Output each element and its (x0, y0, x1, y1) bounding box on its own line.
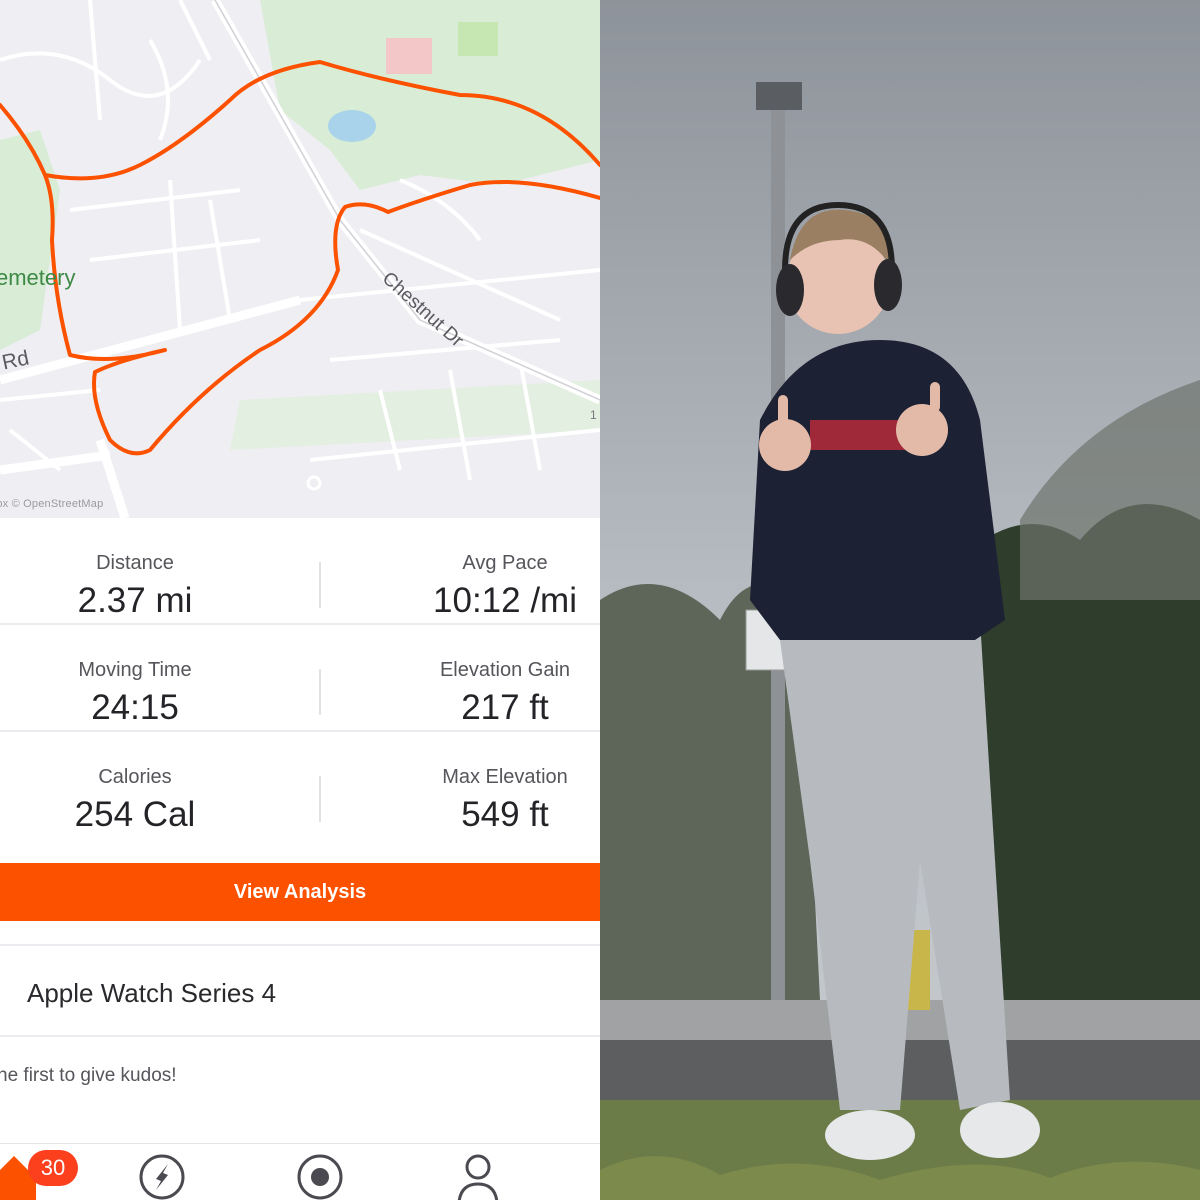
stat-divider (319, 669, 321, 715)
stat-label: Distance (96, 552, 174, 574)
stat-label: Elevation Gain (439, 659, 571, 681)
stat-label: Max Elevation (442, 766, 568, 788)
stat-value: 10:12 /mi (433, 581, 577, 620)
map-label-cemetery: emetery (0, 265, 76, 290)
stats-panel: Distance 2.37 mi Avg Pace 10:12 /mi Movi… (0, 518, 600, 860)
map-label-number: 1 (590, 408, 597, 422)
stat-calories: Calories 254 Cal (0, 732, 285, 834)
pond (328, 110, 376, 142)
profile-icon (457, 1154, 499, 1200)
stat-label: Avg Pace (462, 552, 548, 574)
pitch-area (386, 38, 432, 74)
map-attribution[interactable]: box © OpenStreetMap (0, 498, 103, 510)
record-icon (297, 1154, 343, 1200)
stats-row: Moving Time 24:15 Elevation Gain 217 ft (0, 625, 600, 732)
activity-photo[interactable] (600, 0, 1200, 1200)
stat-value: 217 ft (461, 688, 549, 727)
activity-screen: emetery Chestnut Dr Rd box © OpenStreetM… (0, 0, 600, 1200)
tab-bar (0, 1143, 600, 1200)
device-row: Apple Watch Series 4 (0, 944, 600, 1037)
stat-avg-pace: Avg Pace 10:12 /mi (355, 518, 600, 620)
stat-divider (319, 562, 321, 608)
stat-value: 254 Cal (74, 795, 196, 834)
stats-row: Calories 254 Cal Max Elevation 549 ft (0, 732, 600, 860)
stat-label: Moving Time (78, 659, 192, 681)
stat-elevation-gain: Elevation Gain 217 ft (355, 625, 600, 727)
device-name: Apple Watch Series 4 (27, 978, 277, 1008)
pitch-area (458, 22, 498, 56)
tab-explore[interactable] (134, 1152, 190, 1200)
photo-person-thumbs-up (600, 0, 1200, 1200)
map-canvas (0, 0, 600, 518)
stat-distance: Distance 2.37 mi (0, 518, 285, 620)
stat-value: 549 ft (461, 795, 549, 834)
kudos-prompt[interactable]: he first to give kudos! (0, 1065, 177, 1087)
route-map[interactable]: emetery Chestnut Dr Rd box © OpenStreetM… (0, 0, 600, 518)
stat-label: Calories (98, 766, 172, 788)
tab-profile[interactable] (450, 1152, 506, 1200)
notification-badge: 30 (28, 1150, 78, 1186)
stat-max-elevation: Max Elevation 549 ft (355, 732, 600, 834)
stat-moving-time: Moving Time 24:15 (0, 625, 285, 727)
stat-divider (319, 776, 321, 822)
stat-value: 24:15 (91, 688, 179, 727)
view-analysis-button[interactable]: View Analysis (0, 863, 600, 921)
stat-value: 2.37 mi (77, 581, 193, 620)
compass-icon (139, 1154, 185, 1200)
stats-row: Distance 2.37 mi Avg Pace 10:12 /mi (0, 518, 600, 625)
tab-record[interactable] (292, 1152, 348, 1200)
